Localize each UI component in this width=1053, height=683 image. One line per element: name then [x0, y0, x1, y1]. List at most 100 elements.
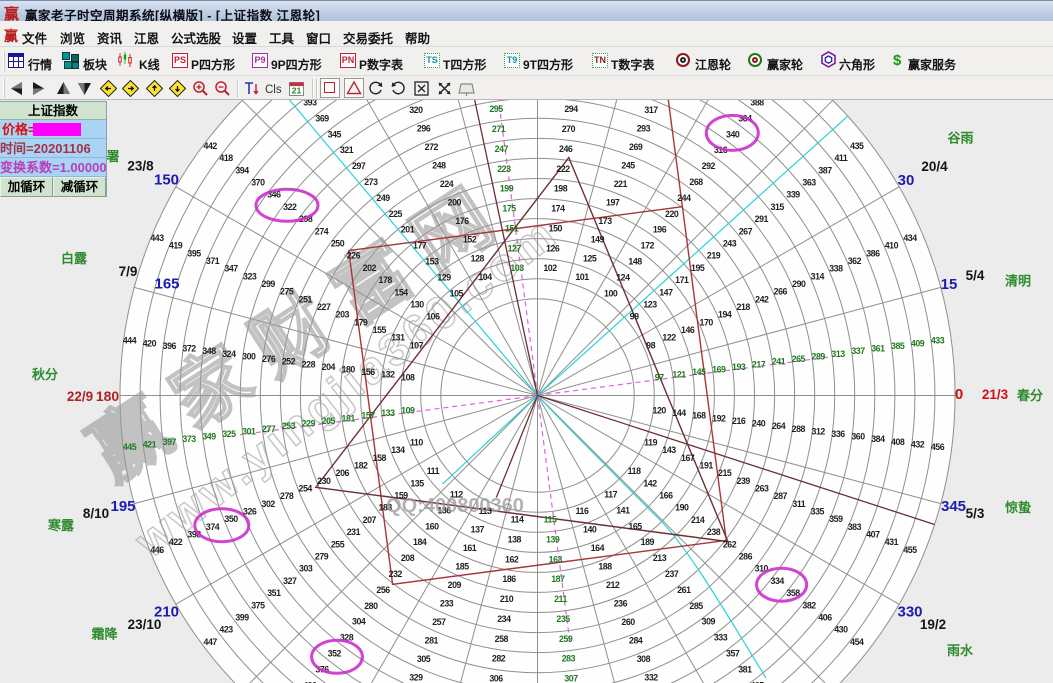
svg-text:187: 187 — [551, 574, 565, 584]
svg-text:130: 130 — [410, 300, 424, 310]
svg-text:193: 193 — [732, 362, 746, 372]
svg-text:163: 163 — [549, 554, 563, 564]
svg-text:337: 337 — [851, 346, 865, 356]
svg-text:231: 231 — [347, 527, 361, 537]
svg-text:121: 121 — [672, 370, 686, 380]
svg-text:103: 103 — [510, 263, 524, 273]
svg-text:372: 372 — [182, 344, 196, 354]
svg-text:15: 15 — [941, 276, 958, 293]
svg-text:250: 250 — [331, 239, 345, 249]
svg-text:161: 161 — [463, 543, 477, 553]
svg-text:394: 394 — [235, 165, 249, 175]
svg-text:5/3: 5/3 — [966, 506, 985, 521]
svg-text:246: 246 — [559, 144, 573, 154]
svg-text:262: 262 — [723, 539, 737, 549]
svg-text:324: 324 — [222, 349, 236, 359]
svg-text:242: 242 — [755, 294, 769, 304]
svg-text:155: 155 — [373, 325, 387, 335]
svg-text:20/4: 20/4 — [921, 159, 948, 174]
svg-text:396: 396 — [163, 341, 177, 351]
svg-text:235: 235 — [556, 614, 570, 624]
svg-text:271: 271 — [492, 124, 506, 134]
svg-text:227: 227 — [317, 302, 331, 312]
svg-text:256: 256 — [376, 585, 390, 595]
svg-text:8/10: 8/10 — [83, 506, 109, 521]
svg-text:369: 369 — [315, 113, 329, 123]
svg-text:153: 153 — [425, 257, 439, 267]
svg-text:276: 276 — [262, 354, 276, 364]
svg-text:444: 444 — [123, 336, 137, 346]
svg-text:221: 221 — [614, 179, 628, 189]
svg-text:202: 202 — [363, 263, 377, 273]
svg-text:273: 273 — [364, 177, 378, 187]
svg-text:251: 251 — [299, 294, 313, 304]
svg-text:300: 300 — [242, 351, 256, 361]
svg-text:258: 258 — [495, 634, 509, 644]
svg-text:435: 435 — [850, 141, 864, 151]
svg-text:108: 108 — [401, 372, 415, 382]
svg-text:157: 157 — [361, 411, 375, 421]
svg-text:206: 206 — [336, 468, 350, 478]
svg-text:303: 303 — [299, 564, 313, 574]
svg-text:102: 102 — [543, 263, 557, 273]
svg-text:166: 166 — [659, 491, 673, 501]
svg-text:322: 322 — [283, 202, 297, 212]
svg-text:290: 290 — [792, 279, 806, 289]
svg-text:254: 254 — [299, 484, 313, 494]
svg-text:301: 301 — [242, 426, 256, 436]
svg-text:23/10: 23/10 — [128, 617, 162, 632]
svg-text:123: 123 — [643, 300, 657, 310]
svg-text:213: 213 — [653, 553, 667, 563]
svg-text:30: 30 — [898, 172, 915, 189]
svg-text:264: 264 — [772, 421, 786, 431]
svg-text:397: 397 — [163, 437, 177, 447]
svg-text:162: 162 — [505, 554, 519, 564]
svg-text:143: 143 — [662, 445, 676, 455]
svg-text:春分: 春分 — [1016, 388, 1043, 403]
svg-text:216: 216 — [732, 416, 746, 426]
svg-text:184: 184 — [413, 537, 427, 547]
svg-text:357: 357 — [726, 649, 740, 659]
svg-text:238: 238 — [707, 527, 721, 537]
svg-text:352: 352 — [328, 649, 342, 659]
svg-text:151: 151 — [505, 224, 519, 234]
svg-text:110: 110 — [410, 437, 423, 447]
svg-text:115: 115 — [544, 515, 557, 525]
svg-text:320: 320 — [409, 105, 423, 115]
svg-text:171: 171 — [675, 275, 689, 285]
svg-text:340: 340 — [726, 129, 740, 139]
svg-text:370: 370 — [251, 178, 265, 188]
svg-text:236: 236 — [614, 599, 628, 609]
svg-text:253: 253 — [282, 421, 296, 431]
svg-text:219: 219 — [707, 251, 721, 261]
svg-text:182: 182 — [354, 460, 368, 470]
svg-text:281: 281 — [425, 636, 439, 646]
svg-text:411: 411 — [834, 153, 847, 163]
svg-text:420: 420 — [143, 338, 157, 348]
svg-text:313: 313 — [831, 349, 845, 359]
svg-text:446: 446 — [150, 545, 164, 555]
svg-text:345: 345 — [328, 129, 342, 139]
svg-text:185: 185 — [455, 562, 469, 572]
svg-text:431: 431 — [885, 537, 899, 547]
svg-text:293: 293 — [637, 124, 651, 134]
svg-text:302: 302 — [262, 499, 276, 509]
svg-text:442: 442 — [204, 141, 218, 151]
svg-text:339: 339 — [786, 190, 800, 200]
svg-text:334: 334 — [771, 576, 785, 586]
svg-text:234: 234 — [497, 614, 511, 624]
svg-text:170: 170 — [700, 317, 714, 327]
svg-text:263: 263 — [755, 484, 769, 494]
svg-text:209: 209 — [448, 580, 462, 590]
svg-text:270: 270 — [562, 124, 576, 134]
svg-text:399: 399 — [235, 613, 249, 623]
svg-text:229: 229 — [302, 419, 316, 429]
svg-text:279: 279 — [315, 552, 329, 562]
svg-text:306: 306 — [489, 674, 503, 683]
svg-text:260: 260 — [621, 617, 635, 627]
svg-text:237: 237 — [665, 569, 679, 579]
svg-text:128: 128 — [471, 253, 485, 263]
svg-text:388: 388 — [750, 100, 764, 107]
svg-text:248: 248 — [432, 161, 446, 171]
svg-text:371: 371 — [206, 256, 220, 266]
